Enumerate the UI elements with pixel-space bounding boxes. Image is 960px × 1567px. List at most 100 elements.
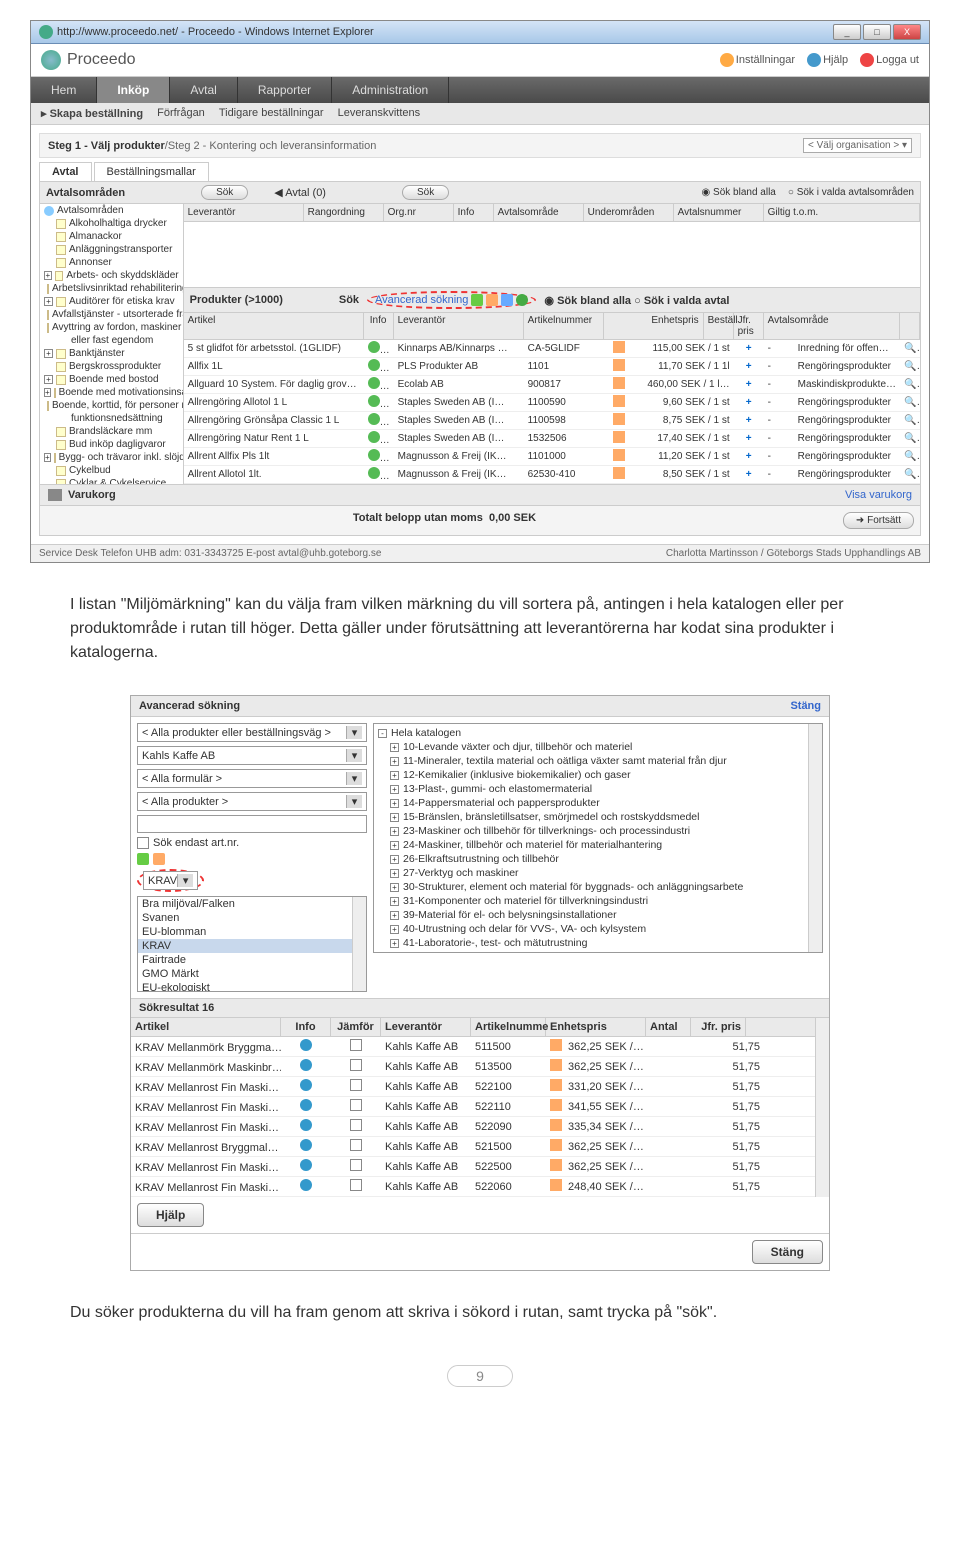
result-row[interactable]: KRAV Mellanrost Fin Maski… Kahls Kaffe A… <box>131 1077 815 1097</box>
select-formular[interactable]: < Alla formulär >▾ <box>137 769 367 788</box>
product-row[interactable]: Allrengöring Grönsåpa Classic 1 L Staple… <box>184 412 920 430</box>
tree-item[interactable]: +Auditörer för etiska krav <box>40 295 183 308</box>
prod-radio-alla[interactable]: ◉ Sök bland alla <box>544 295 631 307</box>
compare-checkbox[interactable] <box>350 1119 362 1131</box>
cat-item[interactable]: +15-Bränslen, bränsletillsatser, smörjme… <box>376 810 820 824</box>
cat-item[interactable]: +42-Medicinsk utrustning, tillbehör och … <box>376 950 820 953</box>
tab-inkop[interactable]: Inköp <box>97 77 170 103</box>
info-icon[interactable] <box>368 395 380 407</box>
results-scrollbar[interactable] <box>815 1018 829 1197</box>
pcol-lev[interactable]: Leverantör <box>394 313 524 339</box>
radio-valda[interactable]: ○ Sök i valda avtalsområden <box>788 187 914 198</box>
tree-item[interactable]: Alkoholhaltiga drycker <box>40 217 183 230</box>
show-cart-link[interactable]: Visa varukorg <box>845 489 912 501</box>
col-giltigt[interactable]: Giltig t.o.m. <box>764 204 920 221</box>
tree-item[interactable]: +Boende med bostod <box>40 373 183 386</box>
col-avtalsomrade[interactable]: Avtalsområde <box>494 204 584 221</box>
info-icon[interactable] <box>300 1039 312 1051</box>
tab-admin[interactable]: Administration <box>332 77 449 103</box>
rcol-antal[interactable]: Antal <box>646 1018 691 1036</box>
advanced-search-link[interactable]: Avancerad sökning <box>375 294 468 306</box>
cat-item[interactable]: +39-Material för el- och belysningsinsta… <box>376 908 820 922</box>
sok-button-1[interactable]: Sök <box>201 185 248 200</box>
magnifier-icon[interactable]: 🔍 <box>904 397 920 408</box>
tab-avtal[interactable]: Avtal <box>170 77 237 103</box>
subtab-leverans[interactable]: Leveranskvittens <box>338 107 421 120</box>
tab-rapporter[interactable]: Rapporter <box>238 77 332 103</box>
cat-item[interactable]: +12-Kemikalier (inklusive biokemikalier)… <box>376 768 820 782</box>
magnifier-icon[interactable]: 🔍 <box>904 451 920 462</box>
add-icon[interactable]: + <box>746 379 752 390</box>
col-info[interactable]: Info <box>454 204 494 221</box>
adv-close-link[interactable]: Stäng <box>790 700 821 712</box>
list-item[interactable]: EU-blomman <box>138 925 366 939</box>
product-row[interactable]: 5 st glidfot för arbetsstol. (1GLIDF) Ki… <box>184 340 920 358</box>
magnifier-icon[interactable]: 🔍 <box>904 343 920 354</box>
subtab-skapa[interactable]: ▸ Skapa beställning <box>41 107 143 120</box>
product-row[interactable]: Allrengöring Allotol 1 L Staples Sweden … <box>184 394 920 412</box>
info-icon[interactable] <box>368 359 380 371</box>
magnifier-icon[interactable]: 🔍 <box>904 469 920 480</box>
add-icon[interactable]: + <box>746 433 752 444</box>
maximize-button[interactable]: □ <box>863 24 891 40</box>
subtab-forfragan[interactable]: Förfrågan <box>157 107 205 120</box>
prod-radio-valda[interactable]: ○ Sök i valda avtal <box>634 295 729 307</box>
info-icon[interactable] <box>300 1099 312 1111</box>
cat-item[interactable]: +27-Verktyg och maskiner <box>376 866 820 880</box>
rcol-lev[interactable]: Leverantör <box>381 1018 471 1036</box>
product-row[interactable]: Allguard 10 System. För daglig grovre… E… <box>184 376 920 394</box>
col-underomraden[interactable]: Underområden <box>584 204 674 221</box>
rcol-jfr[interactable]: Jfr. pris <box>691 1018 746 1036</box>
pcol-artikel[interactable]: Artikel <box>184 313 364 339</box>
list-item[interactable]: GMO Märkt <box>138 967 366 981</box>
tree-root[interactable]: Avtalsområden <box>40 204 183 217</box>
compare-checkbox[interactable] <box>350 1059 362 1071</box>
magnifier-icon[interactable]: 🔍 <box>904 361 920 372</box>
compare-checkbox[interactable] <box>350 1039 362 1051</box>
select-produkter[interactable]: < Alla produkter >▾ <box>137 792 367 811</box>
info-icon[interactable] <box>368 467 380 479</box>
magnifier-icon[interactable]: 🔍 <box>904 433 920 444</box>
compare-checkbox[interactable] <box>350 1099 362 1111</box>
minimize-button[interactable]: _ <box>833 24 861 40</box>
tree-item[interactable]: Avfallstjänster - utsorterade fraktion <box>40 308 183 321</box>
tree-item[interactable]: Brandsläckare mm <box>40 425 183 438</box>
result-row[interactable]: KRAV Mellanrost Fin Maski… Kahls Kaffe A… <box>131 1097 815 1117</box>
cat-item[interactable]: +10-Levande växter och djur, tillbehör o… <box>376 740 820 754</box>
result-row[interactable]: KRAV Mellanrost Fin Maski… Kahls Kaffe A… <box>131 1177 815 1197</box>
continue-button[interactable]: ➜ Fortsätt <box>843 512 914 529</box>
compare-checkbox[interactable] <box>350 1079 362 1091</box>
rcol-pris[interactable]: Enhetspris <box>546 1018 646 1036</box>
category-tree-right[interactable]: -Hela katalogen +10-Levande växter och d… <box>373 723 823 953</box>
radio-alla[interactable]: ◉ Sök bland alla <box>702 187 776 198</box>
info-icon[interactable] <box>300 1119 312 1131</box>
product-row[interactable]: Allfix 1L PLS Produkter AB110111,70 SEK … <box>184 358 920 376</box>
col-leverantor[interactable]: Leverantör <box>184 204 304 221</box>
tree-item[interactable]: Arbetslivsinriktad rehabilitering <box>40 282 183 295</box>
magnifier-icon[interactable]: 🔍 <box>904 379 920 390</box>
add-icon[interactable]: + <box>746 343 752 354</box>
tree-item[interactable]: Annonser <box>40 256 183 269</box>
result-row[interactable]: KRAV Mellanrost Fin Maski… Kahls Kaffe A… <box>131 1157 815 1177</box>
cat-item[interactable]: +23-Maskiner och tillbehör för tillverkn… <box>376 824 820 838</box>
list-scrollbar[interactable] <box>352 897 366 991</box>
select-bestallningsvag[interactable]: < Alla produkter eller beställningsväg >… <box>137 723 367 742</box>
text-input-1[interactable] <box>137 815 367 833</box>
rcol-artikel[interactable]: Artikel <box>131 1018 281 1036</box>
tree-item[interactable]: Avyttring av fordon, maskiner och an <box>40 321 183 334</box>
sectab-avtal[interactable]: Avtal <box>39 162 92 181</box>
result-row[interactable]: KRAV Mellanrost Fin Maski… Kahls Kaffe A… <box>131 1117 815 1137</box>
compare-checkbox[interactable] <box>350 1139 362 1151</box>
rcol-jamfor[interactable]: Jämför <box>331 1018 381 1036</box>
cat-item[interactable]: +11-Mineraler, textila material och oätl… <box>376 754 820 768</box>
add-icon[interactable]: + <box>746 415 752 426</box>
tree-item[interactable]: Cyklar & Cykelservice <box>40 477 183 484</box>
info-icon[interactable] <box>300 1079 312 1091</box>
add-icon[interactable]: + <box>746 469 752 480</box>
artnr-checkbox[interactable] <box>137 837 149 849</box>
pcol-omr[interactable]: Avtalsområde <box>764 313 900 339</box>
col-avtalsnummer[interactable]: Avtalsnummer <box>674 204 764 221</box>
cat-item[interactable]: +30-Strukturer, element och material för… <box>376 880 820 894</box>
add-icon[interactable]: + <box>746 397 752 408</box>
cat-item[interactable]: +41-Laboratorie-, test- och mätutrustnin… <box>376 936 820 950</box>
